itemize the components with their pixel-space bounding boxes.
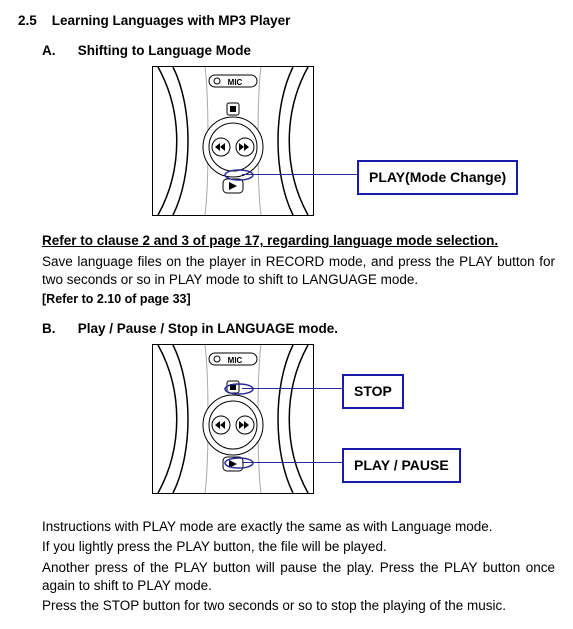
device-svg-a: MIC (153, 67, 313, 215)
leader-line-b-stop (242, 388, 342, 389)
section-heading: 2.5 Learning Languages with MP3 Player (18, 12, 555, 30)
section-number: 2.5 (18, 13, 37, 28)
b-paragraph-1: Instructions with PLAY mode are exactly … (42, 518, 555, 536)
figure-b: MIC STOP PLAY / PAUSE (42, 344, 555, 512)
subsection-a-title: Shifting to Language Mode (78, 43, 251, 58)
device-svg-b: MIC (153, 345, 313, 493)
b-paragraph-2: If you lightly press the PLAY button, th… (42, 538, 555, 556)
section-title: Learning Languages with MP3 Player (52, 13, 291, 28)
callout-stop: STOP (342, 374, 404, 409)
leader-line-b-play (242, 462, 342, 463)
b-paragraph-4: Press the STOP button for two seconds or… (42, 597, 555, 615)
figure-a: MIC PLAY(Mode Change) (42, 66, 555, 226)
device-diagram-a: MIC (152, 66, 314, 216)
b-paragraph-3: Another press of the PLAY button will pa… (42, 559, 555, 595)
device-diagram-b: MIC (152, 344, 314, 494)
subsection-b-letter: B. (42, 320, 74, 338)
a-bracket-ref: [Refer to 2.10 of page 33] (42, 291, 555, 308)
subsection-b-title: Play / Pause / Stop in LANGUAGE mode. (78, 321, 338, 336)
subsection-a-letter: A. (42, 42, 74, 60)
refer-line: Refer to clause 2 and 3 of page 17, rega… (42, 232, 555, 250)
a-paragraph-1: Save language files on the player in REC… (42, 253, 555, 289)
mic-label: MIC (228, 78, 243, 87)
callout-stop-text: STOP (354, 383, 392, 399)
callout-play-pause: PLAY / PAUSE (342, 448, 461, 483)
callout-play-mode-change-text: PLAY(Mode Change) (369, 169, 506, 185)
callout-play-pause-text: PLAY / PAUSE (354, 457, 449, 473)
callout-play-mode-change: PLAY(Mode Change) (357, 160, 518, 195)
svg-text:MIC: MIC (228, 356, 243, 365)
subsection-b-heading: B. Play / Pause / Stop in LANGUAGE mode. (42, 320, 555, 338)
subsection-a-heading: A. Shifting to Language Mode (42, 42, 555, 60)
leader-line-a (242, 174, 357, 175)
refer-line-text: Refer to clause 2 and 3 of page 17, rega… (42, 233, 498, 248)
